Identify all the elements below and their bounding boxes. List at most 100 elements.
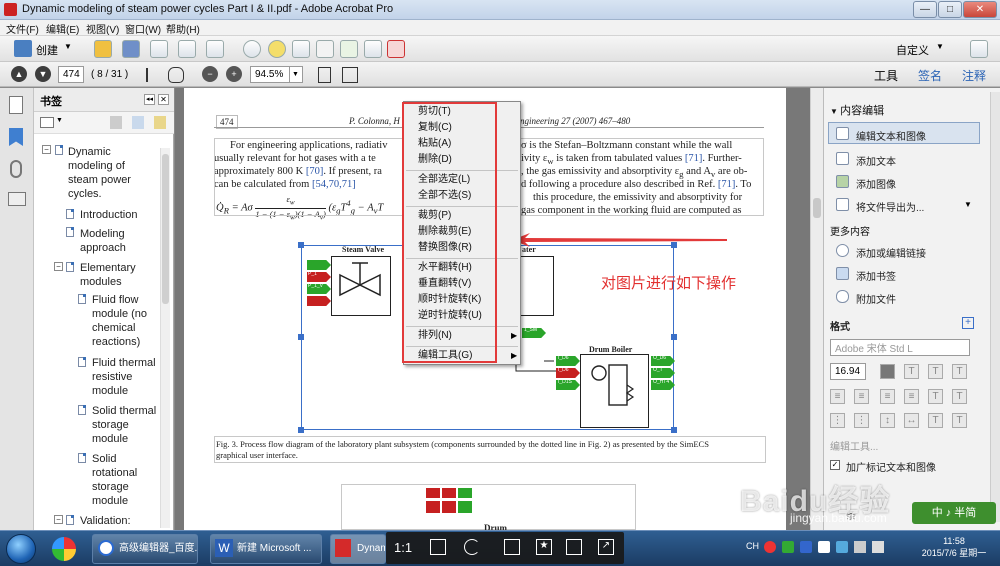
select-cursor-icon[interactable] bbox=[146, 68, 158, 82]
hand-tool-icon[interactable] bbox=[168, 67, 184, 83]
minimize-button[interactable]: — bbox=[913, 1, 937, 18]
collapse-panel-icon[interactable]: ◂◂ bbox=[144, 94, 155, 105]
bookmark-item[interactable]: Introduction bbox=[80, 208, 137, 222]
pinned-app-icon[interactable] bbox=[52, 537, 76, 561]
add-text-button[interactable]: 添加文本 bbox=[856, 153, 896, 168]
expand-toggle-icon[interactable]: − bbox=[54, 515, 63, 524]
document-scrollbar[interactable] bbox=[810, 88, 823, 530]
chevron-down-icon[interactable]: ▼ bbox=[64, 42, 72, 51]
save-icon[interactable] bbox=[122, 40, 140, 58]
expand-bookmark-icon[interactable] bbox=[154, 116, 166, 129]
resize-handle[interactable] bbox=[298, 242, 304, 248]
bookmark-item[interactable]: Dynamic modeling of steam power cycles. bbox=[68, 145, 134, 201]
text-t-icon[interactable]: T bbox=[904, 364, 919, 379]
open-folder-icon[interactable] bbox=[94, 40, 112, 58]
link-icon[interactable] bbox=[836, 244, 849, 257]
font-color-swatch[interactable] bbox=[880, 364, 895, 379]
edit-object-icon[interactable] bbox=[387, 40, 405, 58]
bookmark-item[interactable]: Solid thermal storage module bbox=[92, 404, 162, 446]
input-language-indicator[interactable]: CH bbox=[746, 541, 759, 551]
rotate-icon[interactable] bbox=[464, 539, 480, 555]
scale-icon[interactable]: T bbox=[928, 413, 943, 428]
delete-page-icon[interactable] bbox=[316, 40, 334, 58]
system-clock[interactable]: 11:58 2015/7/6 星期一 bbox=[916, 535, 992, 559]
tray-icon[interactable] bbox=[800, 541, 812, 553]
email-icon[interactable] bbox=[206, 40, 224, 58]
print-icon[interactable] bbox=[150, 40, 168, 58]
fullscreen-icon[interactable] bbox=[970, 40, 988, 58]
font-size-select[interactable] bbox=[830, 363, 866, 380]
bookmark-item[interactable]: Fluid thermal resistive module bbox=[92, 356, 162, 398]
close-panel-icon[interactable]: ✕ bbox=[158, 94, 169, 105]
bookmark-item[interactable]: Fluid flow module (no chemical reactions… bbox=[92, 293, 158, 349]
fit-page-icon[interactable] bbox=[318, 67, 331, 83]
collapse-toggle-icon[interactable]: − bbox=[42, 145, 51, 154]
panel-scrollbar[interactable] bbox=[990, 92, 1000, 522]
bookmarks-scrollbar[interactable] bbox=[160, 148, 170, 528]
zoom-input[interactable] bbox=[250, 66, 290, 83]
char-spacing-icon[interactable]: ↔ bbox=[904, 413, 919, 428]
tray-icon[interactable] bbox=[764, 541, 776, 553]
highlight-pen-icon[interactable] bbox=[292, 40, 310, 58]
bookmarks-icon[interactable] bbox=[9, 128, 23, 146]
align-right-icon[interactable]: ≡ bbox=[880, 389, 895, 404]
zoom-out-icon[interactable]: − bbox=[202, 66, 218, 82]
create-button[interactable]: 创建 bbox=[36, 42, 58, 58]
tab-tools[interactable]: 工具 bbox=[874, 67, 898, 84]
maximize-button[interactable]: □ bbox=[938, 1, 962, 18]
tab-comment[interactable]: 注释 bbox=[962, 67, 986, 84]
list-bullet-icon[interactable]: ⋮ bbox=[830, 413, 845, 428]
resize-handle[interactable] bbox=[671, 427, 677, 433]
export-chevron-icon[interactable]: ▼ bbox=[964, 200, 972, 209]
new-bookmark-icon[interactable] bbox=[132, 116, 144, 129]
close-button[interactable]: ✕ bbox=[963, 1, 997, 18]
export-file-button[interactable]: 将文件导出为... bbox=[856, 199, 924, 214]
menu-view[interactable]: 视图(V) bbox=[86, 21, 119, 36]
insert-page-icon[interactable] bbox=[340, 40, 358, 58]
share-icon[interactable]: ↗ bbox=[598, 539, 614, 555]
show-bbox-checkbox[interactable]: ✓ bbox=[830, 460, 840, 470]
line-spacing-icon[interactable]: ↕ bbox=[880, 413, 895, 428]
resize-handle[interactable] bbox=[671, 334, 677, 340]
text-strike-icon[interactable]: T bbox=[952, 364, 967, 379]
bookmark-item[interactable]: Elementary modules bbox=[80, 261, 150, 289]
baseline-icon[interactable]: T bbox=[952, 413, 967, 428]
signatures-icon[interactable] bbox=[8, 192, 26, 206]
tray-icon[interactable] bbox=[782, 541, 794, 553]
zoom-in-icon[interactable]: + bbox=[226, 66, 242, 82]
customize-dropdown[interactable]: 自定义 bbox=[896, 42, 929, 58]
add-edit-link-button[interactable]: 添加或编辑链接 bbox=[856, 245, 926, 260]
content-editing-header[interactable]: ▼ 内容编辑 bbox=[824, 102, 1000, 118]
collapse-toggle-icon[interactable]: − bbox=[54, 262, 63, 271]
align-left-icon[interactable]: ≡ bbox=[830, 389, 845, 404]
menu-edit[interactable]: 编辑(E) bbox=[46, 21, 79, 36]
menu-file[interactable]: 文件(F) bbox=[6, 21, 39, 36]
customize-chevron-icon[interactable]: ▼ bbox=[936, 42, 944, 51]
tab-sign[interactable]: 签名 bbox=[918, 67, 942, 84]
attachments-paperclip-icon[interactable] bbox=[10, 160, 22, 178]
options-chevron-icon[interactable]: ▼ bbox=[56, 117, 63, 124]
options-menu-icon[interactable] bbox=[40, 117, 54, 128]
attach-file-button[interactable]: 附加文件 bbox=[856, 291, 896, 306]
list-number-icon[interactable]: ⋮ bbox=[854, 413, 869, 428]
menu-window[interactable]: 窗口(W) bbox=[125, 21, 161, 36]
page-number-input[interactable] bbox=[58, 66, 84, 83]
save-image-icon[interactable] bbox=[504, 539, 520, 555]
add-text-icon[interactable] bbox=[836, 152, 849, 165]
zoom-dropdown-chevron-icon[interactable]: ▼ bbox=[289, 66, 303, 83]
favorite-star-icon[interactable]: ★ bbox=[536, 539, 552, 555]
font-family-select[interactable] bbox=[830, 339, 970, 356]
bookmark-add-icon[interactable] bbox=[836, 267, 849, 280]
align-justify-icon[interactable]: ≡ bbox=[904, 389, 919, 404]
menu-help[interactable]: 帮助(H) bbox=[166, 21, 200, 36]
bookmark-item[interactable]: Solid rotational storage module bbox=[92, 452, 158, 508]
extract-page-icon[interactable] bbox=[364, 40, 382, 58]
delete-bookmark-icon[interactable] bbox=[110, 116, 122, 129]
fit-width-icon[interactable] bbox=[342, 67, 358, 83]
shield-icon[interactable] bbox=[836, 541, 848, 553]
page-down-icon[interactable]: ▼ bbox=[35, 66, 51, 82]
subscript-icon[interactable]: T bbox=[952, 389, 967, 404]
resize-handle[interactable] bbox=[298, 427, 304, 433]
superscript-icon[interactable]: T bbox=[928, 389, 943, 404]
resize-handle[interactable] bbox=[298, 334, 304, 340]
